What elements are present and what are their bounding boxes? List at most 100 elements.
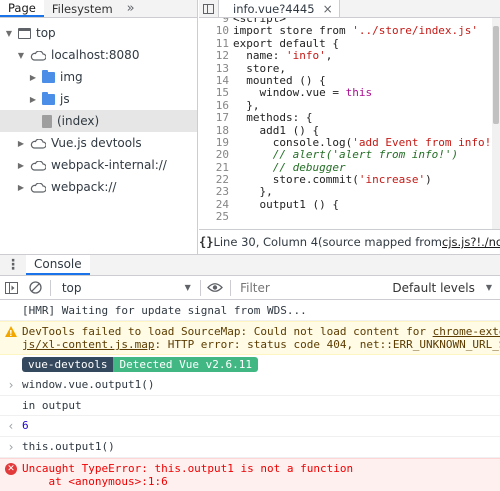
warning-link[interactable]: chrome-extension://n — [433, 325, 500, 338]
close-tab-icon[interactable]: × — [323, 2, 333, 16]
code-token: 'add Event from info!' — [352, 135, 498, 149]
editor-file-tab[interactable]: info.vue?4445 × — [219, 0, 340, 17]
line-number[interactable]: 15 — [199, 86, 233, 99]
expanded-arrow-icon[interactable]: ▼ — [4, 28, 14, 38]
line-number[interactable]: 20 — [199, 148, 233, 161]
command-text: this.output1() — [22, 440, 115, 453]
console-tab-label: Console — [34, 257, 82, 271]
log-levels-label: Default levels — [392, 280, 475, 295]
pretty-print-button[interactable]: {} — [199, 235, 213, 249]
tree-item-vue-devtools[interactable]: ▶ Vue.js devtools — [0, 132, 197, 154]
file-tree: ▼ top ▼ localhost:8080 ▶ img ▶ js (index… — [0, 18, 197, 198]
expanded-arrow-icon[interactable]: ▼ — [16, 50, 26, 60]
code-text: output1 () { — [233, 197, 339, 211]
console-result: ‹ 6 — [0, 416, 500, 437]
tree-item-label: Vue.js devtools — [51, 136, 142, 150]
console-message-log: in output — [0, 396, 500, 416]
more-tabs-button[interactable]: » — [121, 0, 141, 17]
folder-icon — [42, 69, 55, 83]
code-line[interactable]: 24 output1 () { — [199, 197, 500, 211]
toggle-navigator-button[interactable] — [199, 0, 219, 17]
badge-value: Detected Vue v2.6.11 — [113, 357, 258, 372]
tree-item-label: img — [60, 70, 83, 84]
context-selector[interactable]: top ▼ — [54, 278, 197, 298]
message-text: in output — [22, 399, 82, 412]
tree-item-label: (index) — [57, 114, 100, 128]
collapsed-arrow-icon[interactable]: ▶ — [16, 138, 26, 148]
result-value[interactable]: 6 — [22, 419, 500, 433]
clear-console-button[interactable] — [23, 276, 46, 300]
result-chevron-icon: ‹ — [7, 419, 15, 433]
code-token: window.vue = — [233, 86, 346, 100]
navigator-tabbar: Page Filesystem » — [0, 0, 197, 18]
context-selector-value: top — [61, 280, 82, 295]
editor-pane: info.vue?4445 × 9 <script> 10 import store … — [199, 0, 500, 254]
code-token: this — [345, 86, 373, 100]
live-expression-button[interactable] — [204, 276, 227, 300]
console-message-log: [HMR] Waiting for update signal from WDS… — [0, 301, 500, 321]
console-toolbar: top ▼ Default levels ▼ — [0, 276, 500, 300]
source-mapped-link[interactable]: cjs.js?!./node_m — [442, 235, 500, 249]
scrollbar-thumb[interactable] — [493, 26, 499, 124]
tree-item-img[interactable]: ▶ img — [0, 66, 197, 88]
code-line[interactable]: 25 — [199, 210, 500, 223]
tree-item-localhost[interactable]: ▼ localhost:8080 — [0, 44, 197, 66]
code-token: store.commit( — [233, 173, 359, 187]
tree-item-label: localhost:8080 — [51, 48, 140, 62]
console-filter-input[interactable] — [236, 277, 393, 298]
tree-item-label: webpack-internal:// — [51, 158, 167, 172]
line-number[interactable]: 12 — [199, 49, 233, 62]
sidebar-icon — [203, 3, 214, 14]
collapsed-arrow-icon[interactable]: ▶ — [16, 160, 26, 170]
code-token: output1 () { — [233, 197, 339, 211]
editor-scrollbar[interactable] — [492, 18, 500, 229]
code-token: store, — [233, 61, 286, 75]
code-token: import store from — [233, 24, 353, 38]
tree-item-webpack-internal[interactable]: ▶ webpack-internal:// — [0, 154, 197, 176]
tree-item-top[interactable]: ▼ top — [0, 22, 197, 44]
file-icon — [42, 114, 52, 128]
console-command: › this.output1() — [0, 437, 500, 458]
more-options-icon[interactable]: ⋮ — [0, 255, 26, 275]
line-number[interactable]: 23 — [199, 186, 233, 199]
input-chevron-icon: › — [7, 378, 15, 392]
code-token: 'info' — [285, 49, 326, 63]
console-messages: [HMR] Waiting for update signal from WDS… — [0, 301, 500, 491]
collapsed-arrow-icon[interactable]: ▶ — [28, 94, 38, 104]
line-number[interactable]: 25 — [199, 210, 233, 223]
collapsed-arrow-icon[interactable]: ▶ — [28, 72, 38, 82]
folder-icon — [42, 91, 55, 105]
cloud-icon — [30, 138, 47, 149]
code-token: export default { — [233, 36, 339, 50]
code-token: mounted () { — [233, 73, 326, 87]
tab-console[interactable]: Console — [26, 255, 90, 275]
tab-filesystem[interactable]: Filesystem — [44, 0, 121, 17]
code-token: }, — [233, 185, 273, 199]
sidebar-icon — [5, 281, 19, 294]
cloud-icon — [30, 160, 47, 171]
tree-item-webpack[interactable]: ▶ webpack:// — [0, 176, 197, 198]
error-icon: ✕ — [5, 463, 17, 475]
tree-item-label: top — [36, 26, 56, 40]
navigator-pane: Page Filesystem » ▼ top ▼ localhost:8080… — [0, 0, 198, 254]
code-token: }, — [233, 98, 260, 112]
line-number[interactable]: 17 — [199, 111, 233, 124]
tree-item-js[interactable]: ▶ js — [0, 88, 197, 110]
collapsed-arrow-icon[interactable]: ▶ — [16, 182, 26, 192]
toolbar-divider — [49, 279, 51, 296]
eye-icon — [207, 283, 224, 292]
cursor-position: Line 30, Column 4 — [213, 235, 319, 249]
editor-tabbar: info.vue?4445 × — [199, 0, 500, 18]
code-editor[interactable]: 9 <script> 10 import store from '../store/i… — [199, 18, 500, 229]
line-number[interactable]: 10 — [199, 24, 233, 37]
log-levels-dropdown[interactable]: Default levels ▼ — [392, 278, 500, 298]
file-tab-label: info.vue?4445 — [233, 1, 315, 16]
show-sidebar-button[interactable] — [0, 276, 23, 300]
warning-source-link[interactable]: js/xl-content.js.map — [22, 338, 154, 351]
error-stack: at <anonymous>:1:6 — [22, 475, 168, 488]
tab-page[interactable]: Page — [0, 0, 44, 17]
tree-item-index[interactable]: (index) — [0, 110, 197, 132]
code-token: add1 () { — [233, 123, 320, 137]
dropdown-caret-icon: ▼ — [485, 283, 492, 292]
console-command: › window.vue.output1() — [0, 375, 500, 396]
